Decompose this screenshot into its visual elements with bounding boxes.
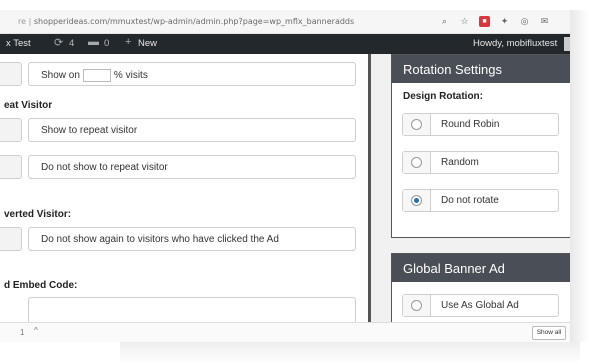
puzzle-icon[interactable]: ✦: [499, 16, 510, 27]
not-show-repeat-visitor-option[interactable]: Do not show to repeat visitor: [28, 155, 356, 179]
sidebar: Rotation Settings Design Rotation: Round…: [371, 54, 570, 322]
show-on-label: Show on % visits: [41, 69, 148, 82]
banner-settings-form: Show on % visits eat Visitor Show to repe…: [0, 54, 370, 322]
url-prefix: re |: [18, 17, 32, 26]
new-link[interactable]: New: [138, 38, 157, 49]
embed-code-textarea[interactable]: [28, 297, 356, 322]
radio-label: Do not rotate: [441, 195, 499, 206]
visits-percent-input[interactable]: [82, 69, 111, 82]
extension-icon[interactable]: ■: [479, 16, 490, 27]
radio-button[interactable]: [411, 157, 422, 168]
download-bar: 1 ^ Show all: [0, 322, 570, 342]
radio-button[interactable]: [411, 300, 422, 311]
field-addon: [0, 227, 22, 251]
rotation-option-random[interactable]: Random: [402, 151, 559, 174]
global-banner-ad-title: Global Banner Ad: [392, 254, 570, 282]
radio-cell: [403, 295, 431, 316]
plus-icon[interactable]: +: [125, 36, 131, 48]
use-as-global-ad-option[interactable]: Use As Global Ad: [402, 294, 559, 317]
radio-button[interactable]: [411, 119, 422, 130]
radio-label: Use As Global Ad: [441, 300, 519, 311]
converted-visitor-heading: verted Visitor:: [4, 209, 72, 220]
field-addon: [0, 62, 22, 86]
updates-count[interactable]: 4: [69, 38, 74, 49]
perspective-shadow: [570, 10, 589, 342]
comments-icon[interactable]: ▬: [88, 36, 99, 48]
chevron-up-icon[interactable]: ^: [34, 326, 38, 335]
rotation-settings-title: Rotation Settings: [392, 55, 570, 83]
rotation-option-do-not-rotate[interactable]: Do not rotate: [402, 189, 559, 212]
radio-cell: [403, 114, 431, 135]
wp-admin-bar: x Test ⟳ 4 ▬ 0 + New Howdy, mobifluxtest: [0, 34, 570, 54]
embed-code-heading: d Embed Code:: [4, 280, 78, 291]
not-show-clicked-option[interactable]: Do not show again to visitors who have c…: [28, 227, 356, 251]
howdy-user-menu[interactable]: Howdy, mobifluxtest: [473, 38, 557, 49]
comments-count[interactable]: 0: [104, 38, 109, 49]
download-item-index: 1: [20, 328, 25, 337]
reflection-shadow: [120, 342, 580, 364]
rotation-option-round-robin[interactable]: Round Robin: [402, 113, 559, 136]
not-show-repeat-label: Do not show to repeat visitor: [41, 162, 168, 173]
radio-label: Random: [441, 157, 479, 168]
browser-toolbar-icons: ⌕ ☆ ■ ✦ ◎ ✉: [439, 16, 550, 27]
show-all-button[interactable]: Show all: [532, 326, 566, 340]
design-rotation-label: Design Rotation:: [403, 91, 483, 102]
radio-button-selected[interactable]: [411, 195, 422, 206]
not-show-clicked-label: Do not show again to visitors who have c…: [41, 234, 279, 245]
extension-shield-icon[interactable]: ◎: [519, 16, 530, 27]
show-repeat-label: Show to repeat visitor: [41, 125, 138, 136]
url-text: shopperideas.com/mmuxtest/wp-admin/admin…: [33, 17, 355, 26]
field-addon: [0, 118, 22, 142]
radio-label: Round Robin: [441, 119, 500, 130]
show-on-suffix: % visits: [113, 70, 148, 82]
show-on-visits-field: Show on % visits: [28, 62, 356, 86]
radio-cell: [403, 152, 431, 173]
field-addon: [0, 155, 22, 179]
radio-cell: [403, 190, 431, 211]
search-icon[interactable]: ⌕: [439, 16, 450, 27]
site-title-link[interactable]: x Test: [6, 38, 31, 49]
show-repeat-visitor-option[interactable]: Show to repeat visitor: [28, 118, 356, 142]
repeat-visitor-heading: eat Visitor: [4, 100, 53, 111]
mail-icon[interactable]: ✉: [539, 16, 550, 27]
screenshot-stage: re | shopperideas.com/mmuxtest/wp-admin/…: [0, 0, 589, 364]
star-icon[interactable]: ☆: [459, 16, 470, 27]
browser-address-bar[interactable]: re | shopperideas.com/mmuxtest/wp-admin/…: [0, 10, 570, 34]
url-display[interactable]: re | shopperideas.com/mmuxtest/wp-admin/…: [18, 17, 354, 26]
updates-icon[interactable]: ⟳: [54, 36, 63, 49]
show-on-prefix: Show on: [41, 70, 80, 82]
rotation-settings-panel: Rotation Settings Design Rotation: Round…: [391, 54, 570, 238]
global-banner-ad-panel: Global Banner Ad Use As Global Ad: [391, 253, 570, 322]
